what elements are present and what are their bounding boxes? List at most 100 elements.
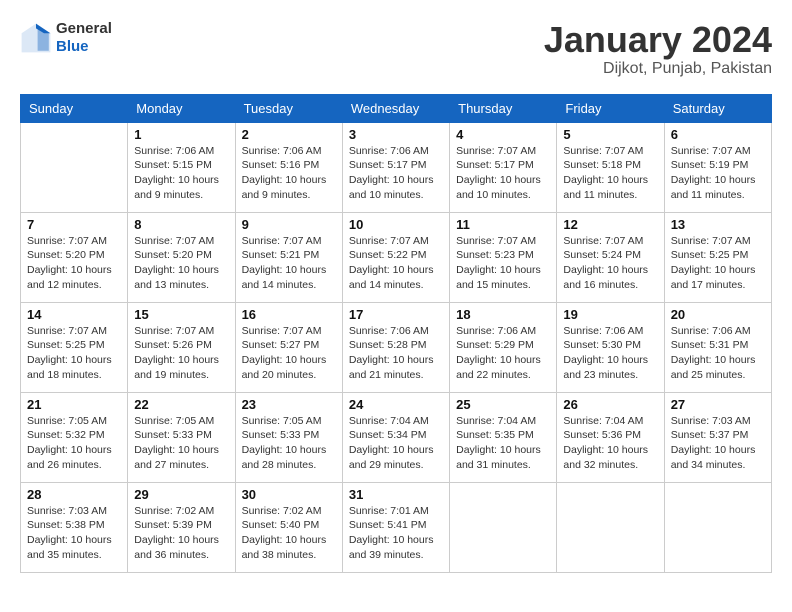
day-info: Sunrise: 7:02 AM Sunset: 5:39 PM Dayligh… — [134, 504, 228, 563]
calendar-row: 14 Sunrise: 7:07 AM Sunset: 5:25 PM Dayli… — [21, 302, 772, 392]
day-info: Sunrise: 7:06 AM Sunset: 5:17 PM Dayligh… — [349, 144, 443, 203]
calendar-subtitle: Dijkot, Punjab, Pakistan — [544, 60, 772, 78]
day-number: 25 — [456, 397, 550, 412]
day-number: 28 — [27, 487, 121, 502]
day-number: 27 — [671, 397, 765, 412]
calendar-cell: 13Sunrise: 7:07 AM Sunset: 5:25 PM Dayli… — [664, 212, 771, 302]
calendar-cell: 3 Sunrise: 7:06 AM Sunset: 5:17 PM Daylig… — [342, 122, 449, 212]
day-number: 30 — [242, 487, 336, 502]
header-cell-friday: Friday — [557, 94, 664, 122]
day-number: 12 — [563, 217, 657, 232]
calendar-table: SundayMondayTuesdayWednesdayThursdayFrid… — [20, 94, 772, 573]
logo-general: General — [56, 20, 112, 38]
calendar-cell: 28 Sunrise: 7:03 AM Sunset: 5:38 PM Dayli… — [21, 482, 128, 572]
day-number: 1 — [134, 127, 228, 142]
day-info: Sunrise: 7:07 AM Sunset: 5:23 PM Dayligh… — [456, 234, 550, 293]
calendar-cell: 8 Sunrise: 7:07 AM Sunset: 5:20 PM Daylig… — [128, 212, 235, 302]
logo: General Blue — [20, 20, 112, 56]
calendar-row: 1Sunrise: 7:06 AM Sunset: 5:15 PM Daylig… — [21, 122, 772, 212]
day-number: 8 — [134, 217, 228, 232]
day-number: 26 — [563, 397, 657, 412]
calendar-cell: 14 Sunrise: 7:07 AM Sunset: 5:25 PM Dayli… — [21, 302, 128, 392]
header-cell-wednesday: Wednesday — [342, 94, 449, 122]
day-number: 21 — [27, 397, 121, 412]
calendar-cell: 7 Sunrise: 7:07 AM Sunset: 5:20 PM Daylig… — [21, 212, 128, 302]
calendar-cell: 20 Sunrise: 7:06 AM Sunset: 5:31 PM Dayli… — [664, 302, 771, 392]
calendar-cell: 9Sunrise: 7:07 AM Sunset: 5:21 PM Daylig… — [235, 212, 342, 302]
day-number: 7 — [27, 217, 121, 232]
calendar-cell: 23 Sunrise: 7:05 AM Sunset: 5:33 PM Dayli… — [235, 392, 342, 482]
calendar-cell: 1Sunrise: 7:06 AM Sunset: 5:15 PM Daylig… — [128, 122, 235, 212]
day-number: 29 — [134, 487, 228, 502]
calendar-cell: 26Sunrise: 7:04 AM Sunset: 5:36 PM Dayli… — [557, 392, 664, 482]
calendar-cell: 29 Sunrise: 7:02 AM Sunset: 5:39 PM Dayli… — [128, 482, 235, 572]
day-info: Sunrise: 7:07 AM Sunset: 5:26 PM Dayligh… — [134, 324, 228, 383]
calendar-cell: 30 Sunrise: 7:02 AM Sunset: 5:40 PM Dayli… — [235, 482, 342, 572]
calendar-cell: 24Sunrise: 7:04 AM Sunset: 5:34 PM Dayli… — [342, 392, 449, 482]
day-number: 14 — [27, 307, 121, 322]
day-info: Sunrise: 7:06 AM Sunset: 5:16 PM Dayligh… — [242, 144, 336, 203]
calendar-cell: 18Sunrise: 7:06 AM Sunset: 5:29 PM Dayli… — [450, 302, 557, 392]
day-number: 5 — [563, 127, 657, 142]
calendar-body: 1Sunrise: 7:06 AM Sunset: 5:15 PM Daylig… — [21, 122, 772, 572]
header-cell-saturday: Saturday — [664, 94, 771, 122]
calendar-cell: 21 Sunrise: 7:05 AM Sunset: 5:32 PM Dayli… — [21, 392, 128, 482]
day-info: Sunrise: 7:07 AM Sunset: 5:20 PM Dayligh… — [27, 234, 121, 293]
calendar-cell: 2 Sunrise: 7:06 AM Sunset: 5:16 PM Daylig… — [235, 122, 342, 212]
day-number: 3 — [349, 127, 443, 142]
calendar-cell — [664, 482, 771, 572]
calendar-cell: 19 Sunrise: 7:06 AM Sunset: 5:30 PM Dayli… — [557, 302, 664, 392]
calendar-cell: 15 Sunrise: 7:07 AM Sunset: 5:26 PM Dayli… — [128, 302, 235, 392]
calendar-cell: 5Sunrise: 7:07 AM Sunset: 5:18 PM Daylig… — [557, 122, 664, 212]
logo-text: General Blue — [56, 20, 112, 56]
day-number: 9 — [242, 217, 336, 232]
day-number: 10 — [349, 217, 443, 232]
day-info: Sunrise: 7:07 AM Sunset: 5:22 PM Dayligh… — [349, 234, 443, 293]
calendar-cell — [557, 482, 664, 572]
calendar-cell — [450, 482, 557, 572]
day-info: Sunrise: 7:07 AM Sunset: 5:17 PM Dayligh… — [456, 144, 550, 203]
day-info: Sunrise: 7:06 AM Sunset: 5:31 PM Dayligh… — [671, 324, 765, 383]
day-info: Sunrise: 7:05 AM Sunset: 5:33 PM Dayligh… — [242, 414, 336, 473]
page-header: General Blue January 2024 Dijkot, Punjab… — [20, 20, 772, 78]
day-number: 23 — [242, 397, 336, 412]
calendar-cell: 16Sunrise: 7:07 AM Sunset: 5:27 PM Dayli… — [235, 302, 342, 392]
day-info: Sunrise: 7:07 AM Sunset: 5:20 PM Dayligh… — [134, 234, 228, 293]
header-cell-tuesday: Tuesday — [235, 94, 342, 122]
day-info: Sunrise: 7:07 AM Sunset: 5:25 PM Dayligh… — [671, 234, 765, 293]
day-info: Sunrise: 7:02 AM Sunset: 5:40 PM Dayligh… — [242, 504, 336, 563]
day-info: Sunrise: 7:06 AM Sunset: 5:28 PM Dayligh… — [349, 324, 443, 383]
day-info: Sunrise: 7:06 AM Sunset: 5:29 PM Dayligh… — [456, 324, 550, 383]
calendar-cell: 12Sunrise: 7:07 AM Sunset: 5:24 PM Dayli… — [557, 212, 664, 302]
logo-blue: Blue — [56, 38, 112, 56]
day-number: 31 — [349, 487, 443, 502]
calendar-cell: 31Sunrise: 7:01 AM Sunset: 5:41 PM Dayli… — [342, 482, 449, 572]
calendar-title: January 2024 — [544, 20, 772, 60]
calendar-cell: 4 Sunrise: 7:07 AM Sunset: 5:17 PM Daylig… — [450, 122, 557, 212]
calendar-cell: 22 Sunrise: 7:05 AM Sunset: 5:33 PM Dayli… — [128, 392, 235, 482]
header-cell-thursday: Thursday — [450, 94, 557, 122]
day-info: Sunrise: 7:05 AM Sunset: 5:33 PM Dayligh… — [134, 414, 228, 473]
day-number: 20 — [671, 307, 765, 322]
day-number: 22 — [134, 397, 228, 412]
calendar-row: 21 Sunrise: 7:05 AM Sunset: 5:32 PM Dayli… — [21, 392, 772, 482]
calendar-cell — [21, 122, 128, 212]
logo-icon — [20, 22, 52, 54]
calendar-row: 7 Sunrise: 7:07 AM Sunset: 5:20 PM Daylig… — [21, 212, 772, 302]
header-cell-monday: Monday — [128, 94, 235, 122]
day-info: Sunrise: 7:05 AM Sunset: 5:32 PM Dayligh… — [27, 414, 121, 473]
calendar-cell: 10 Sunrise: 7:07 AM Sunset: 5:22 PM Dayli… — [342, 212, 449, 302]
day-info: Sunrise: 7:07 AM Sunset: 5:19 PM Dayligh… — [671, 144, 765, 203]
day-info: Sunrise: 7:03 AM Sunset: 5:38 PM Dayligh… — [27, 504, 121, 563]
day-number: 19 — [563, 307, 657, 322]
day-info: Sunrise: 7:07 AM Sunset: 5:25 PM Dayligh… — [27, 324, 121, 383]
day-number: 2 — [242, 127, 336, 142]
calendar-cell: 11Sunrise: 7:07 AM Sunset: 5:23 PM Dayli… — [450, 212, 557, 302]
day-info: Sunrise: 7:03 AM Sunset: 5:37 PM Dayligh… — [671, 414, 765, 473]
calendar-cell: 25Sunrise: 7:04 AM Sunset: 5:35 PM Dayli… — [450, 392, 557, 482]
day-info: Sunrise: 7:06 AM Sunset: 5:30 PM Dayligh… — [563, 324, 657, 383]
day-number: 4 — [456, 127, 550, 142]
day-number: 15 — [134, 307, 228, 322]
title-block: January 2024 Dijkot, Punjab, Pakistan — [544, 20, 772, 78]
day-number: 24 — [349, 397, 443, 412]
